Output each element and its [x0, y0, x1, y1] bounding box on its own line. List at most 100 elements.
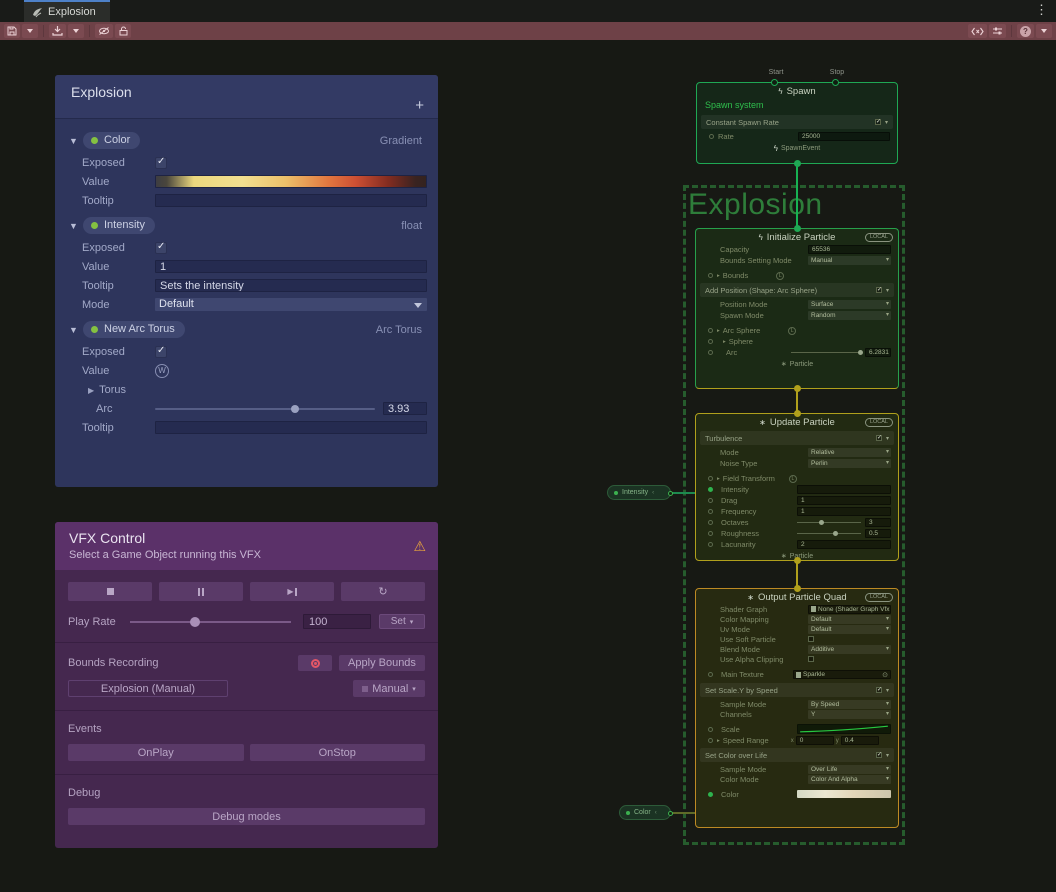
exposed-checkbox[interactable]: [155, 157, 167, 169]
spawn-context-node[interactable]: Start Stop ϟ Spawn Spawn system Constant…: [696, 82, 898, 164]
onplay-button[interactable]: OnPlay: [68, 744, 244, 761]
property-arc-torus-header[interactable]: ▼ New Arc Torus Arc Torus: [55, 317, 438, 342]
roughness-input[interactable]: 0.5: [865, 529, 891, 538]
slider-knob[interactable]: [819, 520, 824, 525]
chevron-down-icon[interactable]: ▼: [69, 221, 83, 231]
property-pill-intensity[interactable]: Intensity: [83, 217, 155, 234]
bounds-mode-dropdown[interactable]: Manual: [808, 256, 891, 265]
gradient-field[interactable]: [155, 175, 427, 188]
roughness-slider[interactable]: [797, 533, 861, 534]
lock-icon[interactable]: [115, 24, 131, 38]
scale-port[interactable]: [708, 727, 713, 732]
play-rate-slider[interactable]: [130, 621, 291, 623]
soft-particle-checkbox[interactable]: [808, 636, 814, 642]
slider-knob[interactable]: [291, 405, 299, 413]
octaves-slider[interactable]: [797, 522, 861, 523]
chevron-down-icon[interactable]: ▾: [886, 752, 889, 759]
update-particle-node[interactable]: ∗ Update Particle LOCAL Turbulence ▾ Mod…: [695, 413, 899, 561]
update-out-port[interactable]: [794, 557, 801, 564]
tooltip-input[interactable]: Sets the intensity: [155, 279, 427, 292]
spawn-mode-dropdown[interactable]: Random: [808, 311, 891, 320]
rate-input[interactable]: 25000: [798, 132, 890, 141]
chevron-down-icon[interactable]: ▾: [886, 287, 889, 294]
value-input[interactable]: 1: [155, 260, 427, 273]
slider-knob[interactable]: [858, 350, 863, 355]
slider-knob[interactable]: [190, 617, 200, 627]
block-set-color-over-life[interactable]: Set Color over Life ▾: [700, 748, 894, 762]
property-pill-color[interactable]: Color: [83, 132, 140, 149]
space-toggle[interactable]: L: [789, 475, 797, 483]
block-enabled-checkbox[interactable]: [876, 752, 882, 758]
play-rate-input[interactable]: 100: [303, 614, 371, 629]
save-button[interactable]: [4, 24, 20, 38]
intensity-input[interactable]: [797, 485, 891, 494]
property-intensity-header[interactable]: ▼ Intensity float: [55, 213, 438, 238]
collapse-icon[interactable]: ‹: [655, 810, 657, 816]
save-as-dropdown[interactable]: [68, 24, 84, 38]
exposed-checkbox[interactable]: [155, 346, 167, 358]
set-button[interactable]: Set▾: [379, 614, 425, 629]
expander-icon[interactable]: ▸: [717, 328, 720, 334]
frequency-port[interactable]: [708, 509, 713, 514]
chevron-down-icon[interactable]: ▼: [69, 136, 83, 146]
world-space-toggle[interactable]: W: [155, 364, 169, 378]
record-bounds-button[interactable]: [298, 655, 332, 671]
torus-foldout-row[interactable]: ▶Torus: [55, 380, 438, 399]
chevron-down-icon[interactable]: ▾: [886, 687, 889, 694]
add-property-button[interactable]: +: [415, 97, 424, 114]
block-add-position[interactable]: Add Position (Shape: Arc Sphere) ▾: [700, 283, 894, 297]
arc-port[interactable]: [708, 350, 713, 355]
noise-type-dropdown[interactable]: Perlin: [808, 459, 891, 468]
chevron-down-icon[interactable]: ▾: [886, 435, 889, 442]
pause-button[interactable]: [159, 582, 243, 601]
alpha-clipping-checkbox[interactable]: [808, 656, 814, 662]
step-button[interactable]: ▶: [250, 582, 334, 601]
collapse-icon[interactable]: ‹: [652, 490, 654, 496]
save-dropdown[interactable]: [22, 24, 38, 38]
output-particle-quad-node[interactable]: ∗ Output Particle Quad LOCAL Shader Grap…: [695, 588, 899, 828]
apply-bounds-button[interactable]: Apply Bounds: [339, 655, 425, 671]
lacunarity-input[interactable]: 2: [797, 540, 891, 549]
intensity-port-connected[interactable]: [708, 487, 713, 492]
capacity-input[interactable]: 65536: [808, 245, 891, 254]
initialize-out-port[interactable]: [794, 385, 801, 392]
property-pill-arc-torus[interactable]: New Arc Torus: [83, 321, 185, 338]
color-parameter-node[interactable]: Color ‹: [619, 805, 671, 820]
uv-mode-dropdown[interactable]: Default: [808, 625, 891, 634]
parameter-out-port[interactable]: [668, 491, 673, 496]
expander-icon[interactable]: ▸: [717, 273, 720, 279]
speed-range-y-input[interactable]: 0.4: [841, 736, 879, 745]
space-toggle[interactable]: L: [776, 272, 784, 280]
object-picker-icon[interactable]: ⊙: [882, 671, 888, 679]
speed-range-port[interactable]: [708, 738, 713, 743]
bounds-port[interactable]: [708, 273, 713, 278]
initialize-particle-node[interactable]: ϟ Initialize Particle LOCAL Capacity 655…: [695, 228, 899, 389]
block-set-scale-by-speed[interactable]: Set Scale.Y by Speed ▾: [700, 683, 894, 697]
stop-button[interactable]: [68, 582, 152, 601]
tooltip-input[interactable]: [155, 421, 427, 434]
arc-sphere-port[interactable]: [708, 328, 713, 333]
channels-dropdown[interactable]: Y: [808, 710, 891, 719]
bounds-mode-dropdown[interactable]: Manual ▾: [353, 680, 425, 697]
sample-mode-dropdown[interactable]: Over Life: [808, 765, 891, 774]
main-texture-port[interactable]: [708, 672, 713, 677]
property-color-header[interactable]: ▼ Color Gradient: [55, 128, 438, 153]
block-enabled-checkbox[interactable]: [876, 287, 882, 293]
arc-slider[interactable]: [155, 408, 375, 410]
bounds-target-button[interactable]: Explosion (Manual): [68, 680, 228, 697]
attach-code-button[interactable]: [968, 24, 987, 38]
tooltip-input[interactable]: [155, 194, 427, 207]
main-texture-object-field[interactable]: Sparkle ⊙: [793, 670, 891, 679]
block-enabled-checkbox[interactable]: [876, 687, 882, 693]
block-turbulence[interactable]: Turbulence ▾: [700, 431, 894, 445]
rate-port[interactable]: [709, 134, 714, 139]
exposed-checkbox[interactable]: [155, 242, 167, 254]
frequency-input[interactable]: 1: [797, 507, 891, 516]
kebab-menu-icon[interactable]: ⋮: [1035, 2, 1048, 18]
drag-port[interactable]: [708, 498, 713, 503]
expander-icon[interactable]: ▸: [717, 476, 720, 482]
expander-icon[interactable]: ▸: [717, 738, 720, 744]
blend-mode-dropdown[interactable]: Additive: [808, 645, 891, 654]
space-toggle[interactable]: L: [788, 327, 796, 335]
slider-knob[interactable]: [833, 531, 838, 536]
